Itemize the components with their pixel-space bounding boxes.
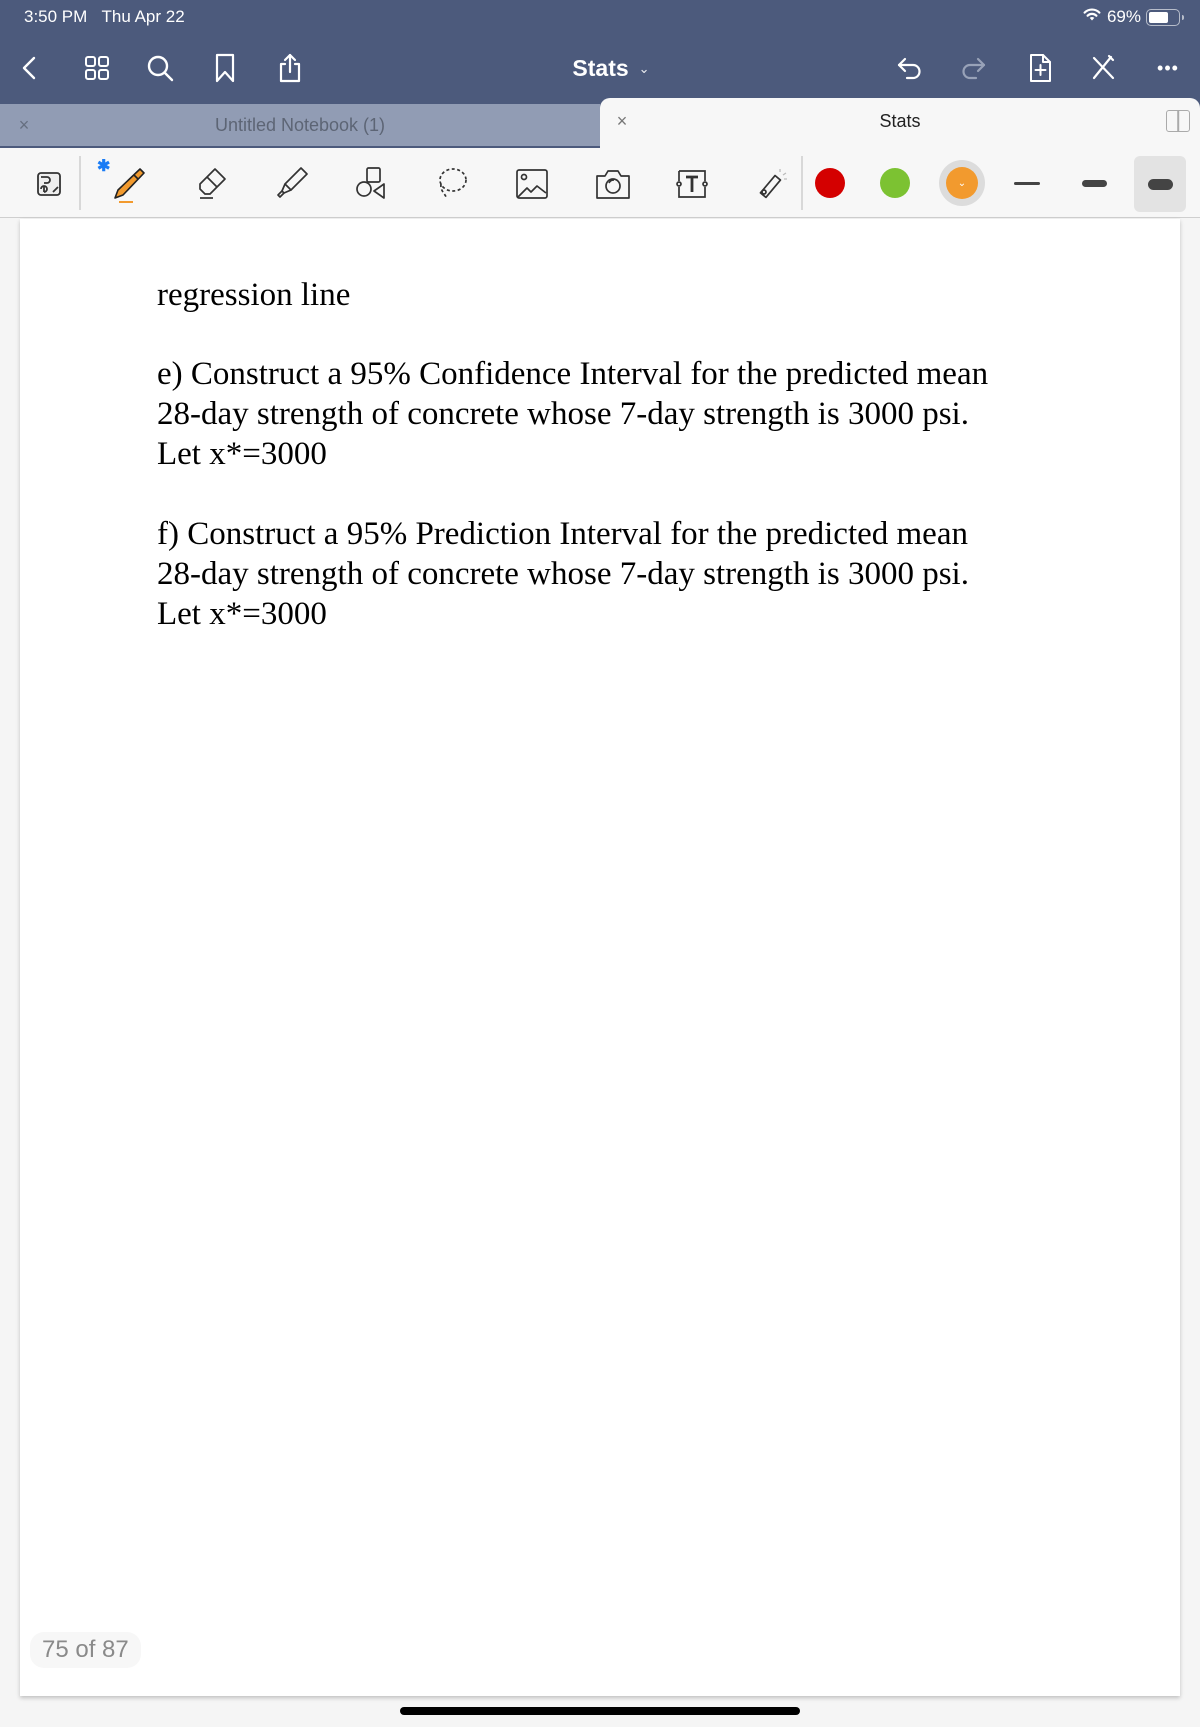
image-icon xyxy=(516,169,548,199)
battery-percent: 69% xyxy=(1106,7,1141,26)
pencil-off-icon xyxy=(1092,54,1115,80)
document-text-heading-fragment: regression line xyxy=(157,277,351,313)
question-f-line-1: f) Construct a 95% Prediction Interval f… xyxy=(157,516,968,552)
search-icon xyxy=(147,55,174,82)
wifi-icon xyxy=(1082,6,1102,28)
bookmark-button[interactable] xyxy=(207,50,243,86)
status-date: Thu Apr 22 xyxy=(101,7,185,26)
stroke-width-medium[interactable] xyxy=(1068,160,1120,206)
status-time-date: 3:50 PM Thu Apr 22 xyxy=(24,6,185,28)
pen-icon xyxy=(114,168,145,203)
notebook-title-button[interactable]: Stats ⌄ xyxy=(550,53,649,83)
chevron-down-icon: ⌄ xyxy=(638,61,650,76)
redo-icon xyxy=(962,57,986,80)
toolbar-divider xyxy=(801,156,803,210)
battery-icon xyxy=(1146,8,1184,26)
tab-strip: × Untitled Notebook (1) × Stats xyxy=(0,98,1200,148)
grid-view-icon xyxy=(85,56,109,80)
color-swatch-red[interactable] xyxy=(815,168,845,198)
question-e-line-2: 28-day strength of concrete whose 7-day … xyxy=(157,396,969,432)
more-icon: ••• xyxy=(1157,57,1179,78)
stroke-width-thick[interactable] xyxy=(1134,156,1186,212)
chevron-down-icon: ⌄ xyxy=(957,177,967,189)
share-button[interactable] xyxy=(272,50,308,86)
question-e: e) Construct a 95% Confidence Interval f… xyxy=(157,354,988,474)
pencil-only-toggle[interactable] xyxy=(1085,50,1121,86)
lasso-icon xyxy=(439,168,467,200)
pen-tool[interactable] xyxy=(104,160,152,208)
color-swatch-orange: ⌄ xyxy=(946,167,978,199)
shapes-icon xyxy=(356,167,385,199)
question-e-line-3: Let x*=3000 xyxy=(157,436,327,472)
split-view-icon[interactable] xyxy=(1166,110,1190,132)
toolbar-divider xyxy=(79,156,81,210)
redo-button[interactable] xyxy=(955,50,991,86)
image-insert-tool[interactable] xyxy=(508,160,556,208)
notebook-title-container: Stats ⌄ xyxy=(0,53,1200,83)
handwriting-to-text-tool[interactable] xyxy=(24,160,72,208)
back-button[interactable] xyxy=(12,50,48,86)
shapes-tool[interactable] xyxy=(347,160,395,208)
notebook-title: Stats xyxy=(572,55,629,81)
status-time: 3:50 PM xyxy=(24,7,88,26)
status-indicators: 69% xyxy=(1082,6,1184,28)
page-indicator[interactable]: 75 of 87 xyxy=(30,1632,141,1668)
laser-pointer-icon xyxy=(759,169,787,199)
tab-label: Stats xyxy=(879,111,921,131)
camera-tool[interactable] xyxy=(589,160,637,208)
notebook-page[interactable]: regression line e) Construct a 95% Confi… xyxy=(20,219,1180,1696)
stroke-medium-preview xyxy=(1081,179,1107,187)
tab-label: Untitled Notebook (1) xyxy=(214,115,386,135)
back-chevron-icon xyxy=(22,56,36,80)
bookmark-icon xyxy=(215,53,235,83)
top-bar: 3:50 PM Thu Apr 22 69% Stats ⌄ ••• xyxy=(0,0,1200,104)
highlighter-tool[interactable] xyxy=(268,160,316,208)
question-f: f) Construct a 95% Prediction Interval f… xyxy=(157,514,969,634)
search-button[interactable] xyxy=(142,50,178,86)
stroke-thick-preview xyxy=(1147,178,1173,190)
tab-untitled-notebook[interactable]: × Untitled Notebook (1) xyxy=(0,104,600,146)
color-swatch-green[interactable] xyxy=(880,168,910,198)
more-button[interactable]: ••• xyxy=(1150,50,1186,86)
camera-icon xyxy=(596,170,630,199)
add-page-button[interactable] xyxy=(1022,50,1058,86)
grid-view-button[interactable] xyxy=(79,50,115,86)
tab-stats[interactable]: × Stats xyxy=(600,98,1200,148)
question-f-line-3: Let x*=3000 xyxy=(157,596,327,632)
stroke-thin-preview xyxy=(1014,181,1040,185)
eraser-icon xyxy=(199,168,226,199)
add-page-icon xyxy=(1030,54,1051,82)
color-swatch-orange-selected[interactable]: ⌄ xyxy=(939,160,985,206)
question-f-line-2: 28-day strength of concrete whose 7-day … xyxy=(157,556,969,592)
eraser-tool[interactable] xyxy=(188,160,236,208)
battery-level xyxy=(1149,11,1169,23)
handwriting-text-icon xyxy=(37,172,61,196)
home-indicator[interactable] xyxy=(400,1707,800,1715)
question-e-line-1: e) Construct a 95% Confidence Interval f… xyxy=(157,356,989,392)
stroke-width-thin[interactable] xyxy=(1001,160,1053,206)
text-box-tool[interactable] xyxy=(668,160,716,208)
laser-pointer-tool[interactable] xyxy=(746,160,794,208)
lasso-tool[interactable] xyxy=(428,160,476,208)
share-icon xyxy=(279,53,301,83)
drawing-toolbar: ✱ ⌄ xyxy=(0,148,1200,218)
undo-icon xyxy=(897,57,921,80)
text-box-icon xyxy=(676,170,708,198)
highlighter-icon xyxy=(277,167,308,198)
undo-button[interactable] xyxy=(892,50,928,86)
